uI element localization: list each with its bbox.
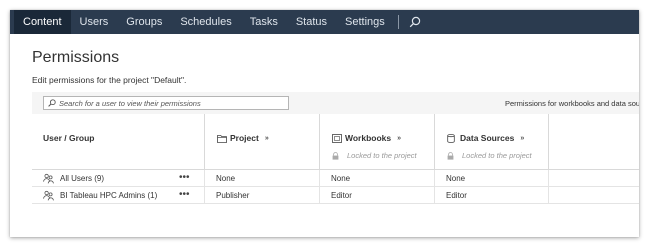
nav-tasks[interactable]: Tasks	[241, 10, 287, 34]
data-sources-column-title[interactable]: Data Sources »	[447, 133, 524, 143]
data-sources-permission-cell[interactable]: Editor	[434, 187, 548, 204]
nav-content[interactable]: Content	[14, 10, 71, 34]
empty-cell	[548, 170, 639, 187]
page-subtitle: Edit permissions for the project "Defaul…	[32, 75, 187, 85]
lock-icon	[447, 151, 454, 160]
nav-users[interactable]: Users	[71, 10, 118, 34]
data-sources-locked-text: Locked to the project	[462, 151, 532, 160]
page-title: Permissions	[32, 49, 120, 66]
top-navbar: Content Users Groups Schedules Tasks Sta…	[10, 10, 639, 34]
database-icon	[447, 133, 455, 143]
window-frame: Content Users Groups Schedules Tasks Sta…	[10, 10, 639, 237]
expand-project-icon[interactable]: »	[265, 135, 269, 142]
user-group-cell: All Users (9)	[32, 170, 104, 187]
search-icon	[409, 16, 420, 28]
project-permission-cell[interactable]: None	[204, 170, 319, 187]
search-icon	[48, 99, 56, 107]
nav-settings[interactable]: Settings	[336, 10, 394, 34]
nav-groups[interactable]: Groups	[117, 10, 171, 34]
project-column-header: Project »	[204, 114, 319, 170]
group-icon	[43, 190, 54, 201]
workbooks-locked-text: Locked to the project	[347, 151, 417, 160]
nav-divider	[397, 15, 399, 29]
user-search-box[interactable]	[43, 96, 289, 110]
data-sources-permission-cell[interactable]: None	[434, 170, 548, 187]
data-sources-locked-note: Locked to the project	[447, 151, 532, 160]
folder-icon	[217, 134, 227, 143]
user-group-name: All Users (9)	[60, 174, 105, 183]
data-sources-column-label: Data Sources	[460, 133, 515, 143]
empty-column-header	[548, 114, 639, 170]
project-permission-cell[interactable]: Publisher	[204, 187, 319, 204]
workbook-icon	[332, 133, 342, 143]
nav-schedules[interactable]: Schedules	[171, 10, 240, 34]
workbooks-permission-cell[interactable]: Editor	[319, 187, 434, 204]
table-header: User / Group Project » Workbooks » Locke…	[32, 114, 639, 170]
workbooks-column-header: Workbooks » Locked to the project	[319, 114, 434, 170]
user-group-cell: BI Tableau HPC Admins (1)	[32, 187, 157, 204]
workbooks-column-label: Workbooks	[345, 133, 392, 143]
table-row[interactable]: BI Tableau HPC Admins (1) ••• Publisher …	[32, 187, 639, 204]
table-row[interactable]: All Users (9) ••• None None None	[32, 170, 639, 187]
workbooks-permission-cell[interactable]: None	[319, 170, 434, 187]
nav-search-button[interactable]	[403, 10, 427, 34]
project-column-title[interactable]: Project »	[217, 133, 269, 143]
user-group-name: BI Tableau HPC Admins (1)	[60, 191, 158, 200]
project-column-label: Project	[230, 133, 259, 143]
more-actions-button[interactable]: •••	[179, 187, 190, 202]
workbooks-locked-note: Locked to the project	[332, 151, 417, 160]
group-icon	[43, 173, 54, 184]
empty-cell	[548, 187, 639, 204]
user-search-input[interactable]	[59, 97, 287, 109]
workbooks-column-title[interactable]: Workbooks »	[332, 133, 401, 143]
data-sources-column-header: Data Sources » Locked to the project	[434, 114, 548, 170]
nav-status[interactable]: Status	[287, 10, 336, 34]
user-group-header: User / Group	[43, 133, 95, 143]
more-actions-button[interactable]: •••	[179, 170, 190, 185]
lock-icon	[332, 151, 339, 160]
permissions-for-label: Permissions for workbooks and data sou	[505, 99, 639, 108]
permissions-toolbar: Permissions for workbooks and data sou	[32, 92, 639, 114]
expand-data-sources-icon[interactable]: »	[520, 135, 524, 142]
expand-workbooks-icon[interactable]: »	[397, 135, 401, 142]
permissions-table: User / Group Project » Workbooks » Locke…	[32, 114, 639, 204]
